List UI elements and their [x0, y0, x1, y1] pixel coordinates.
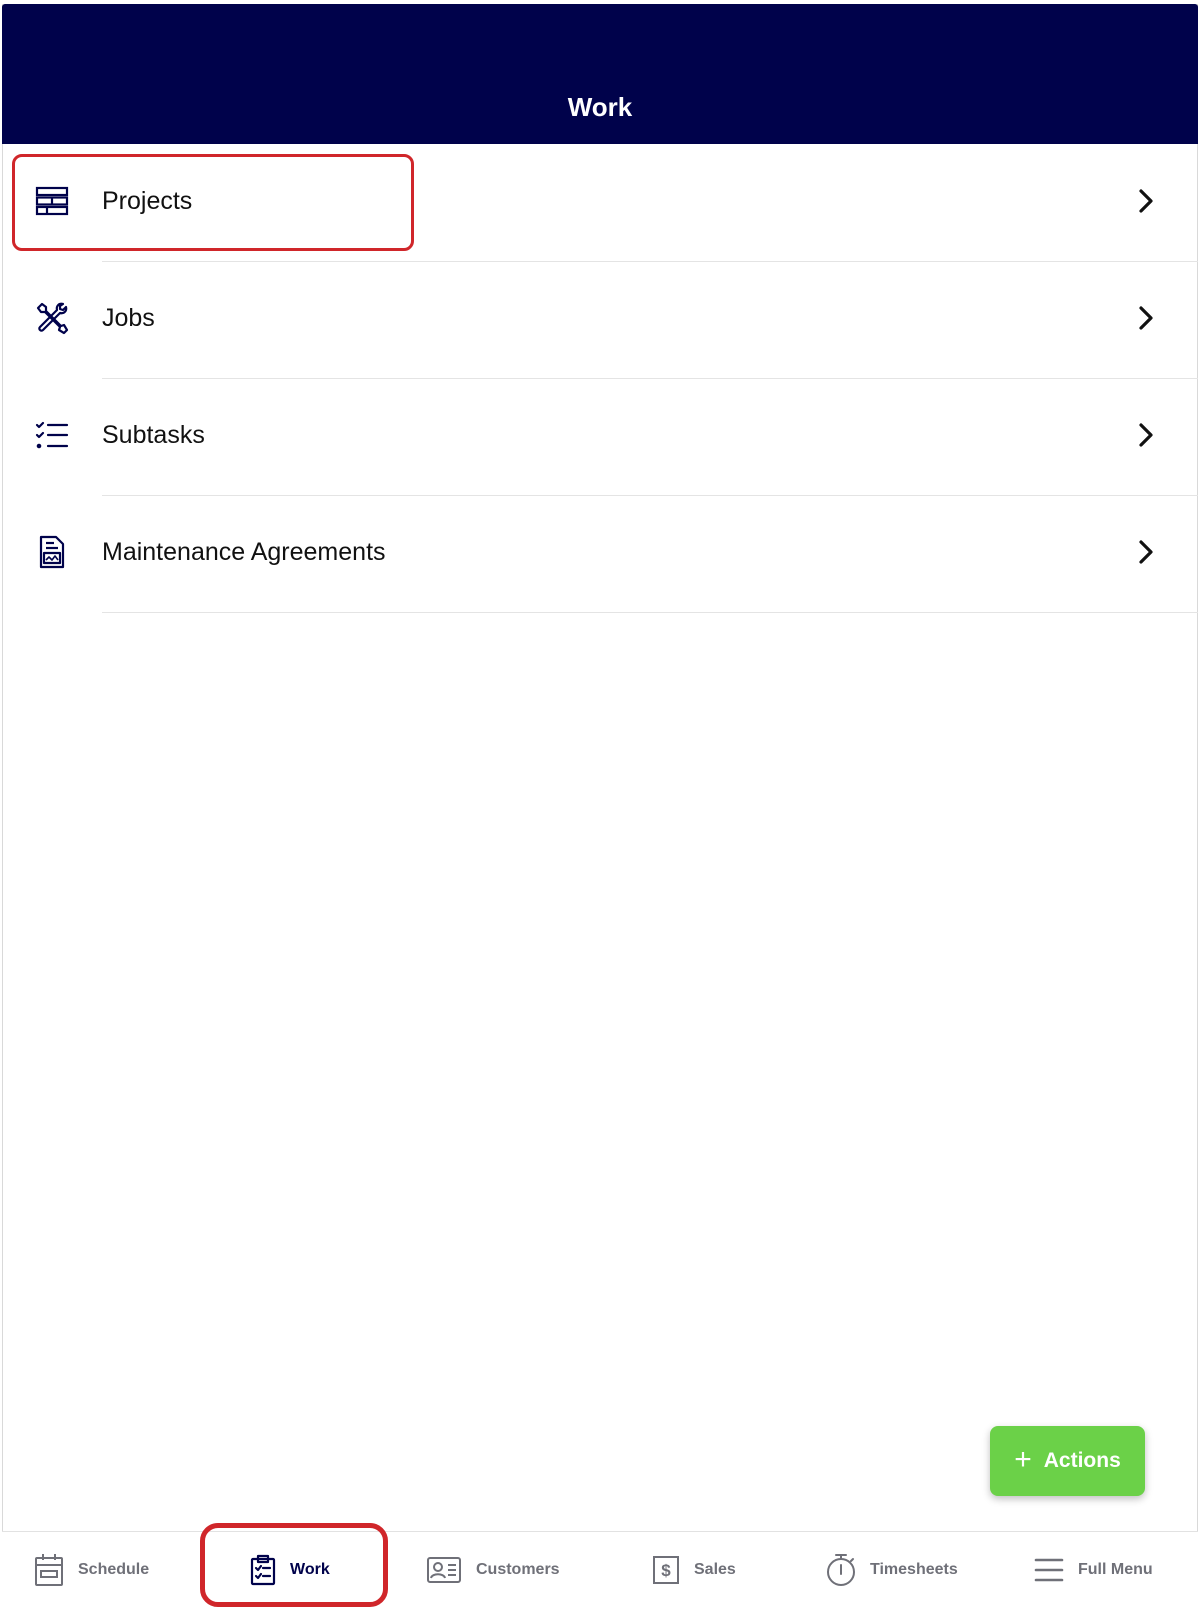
menu-item-subtasks[interactable]: Subtasks	[2, 379, 1198, 496]
page-header: Work	[2, 4, 1198, 144]
menu-item-projects[interactable]: Projects	[2, 145, 1198, 262]
projects-icon	[32, 181, 72, 221]
checklist-icon	[32, 415, 72, 455]
tab-timesheets[interactable]: Timesheets	[826, 1532, 958, 1608]
stopwatch-icon	[827, 1554, 855, 1586]
tools-icon	[32, 298, 72, 338]
agreement-document-icon	[32, 532, 72, 572]
dollar-icon: $	[653, 1556, 679, 1584]
chevron-right-icon	[1139, 189, 1153, 213]
chevron-right-icon	[1139, 306, 1153, 330]
tab-label: Sales	[694, 1561, 736, 1578]
chevron-right-icon	[1139, 423, 1153, 447]
hamburger-icon	[1034, 1558, 1064, 1582]
page-title: Work	[567, 92, 633, 122]
tab-full-menu[interactable]: Full Menu	[1034, 1532, 1153, 1608]
tab-label: Timesheets	[870, 1561, 958, 1578]
menu-item-label: Subtasks	[102, 421, 205, 449]
menu-item-label: Jobs	[102, 304, 155, 332]
clipboard-icon	[250, 1554, 276, 1586]
plus-icon: +	[1014, 1442, 1032, 1476]
actions-button-label: Actions	[1043, 1449, 1121, 1472]
tab-label: Schedule	[78, 1561, 150, 1578]
divider	[102, 612, 1198, 613]
tab-work[interactable]: Work	[250, 1532, 330, 1608]
tab-label: Full Menu	[1078, 1561, 1153, 1578]
contact-card-icon	[427, 1557, 461, 1583]
calendar-icon	[35, 1554, 63, 1586]
menu-item-label: Maintenance Agreements	[102, 538, 386, 566]
tab-schedule[interactable]: Schedule	[34, 1532, 149, 1608]
menu-item-maintenance-agreements[interactable]: Maintenance Agreements	[2, 496, 1198, 613]
svg-text:$: $	[661, 1561, 671, 1580]
tab-label: Work	[290, 1561, 330, 1578]
menu-item-jobs[interactable]: Jobs	[2, 262, 1198, 379]
chevron-right-icon	[1139, 540, 1153, 564]
menu-item-label: Projects	[102, 187, 193, 215]
bottom-tab-bar: Schedule Work Customers $ Sales Timeshee…	[2, 1531, 1198, 1608]
actions-button[interactable]: + Actions	[990, 1426, 1145, 1496]
tab-sales[interactable]: $ Sales	[652, 1532, 736, 1608]
tab-customers[interactable]: Customers	[426, 1532, 560, 1608]
tab-label: Customers	[476, 1561, 560, 1578]
